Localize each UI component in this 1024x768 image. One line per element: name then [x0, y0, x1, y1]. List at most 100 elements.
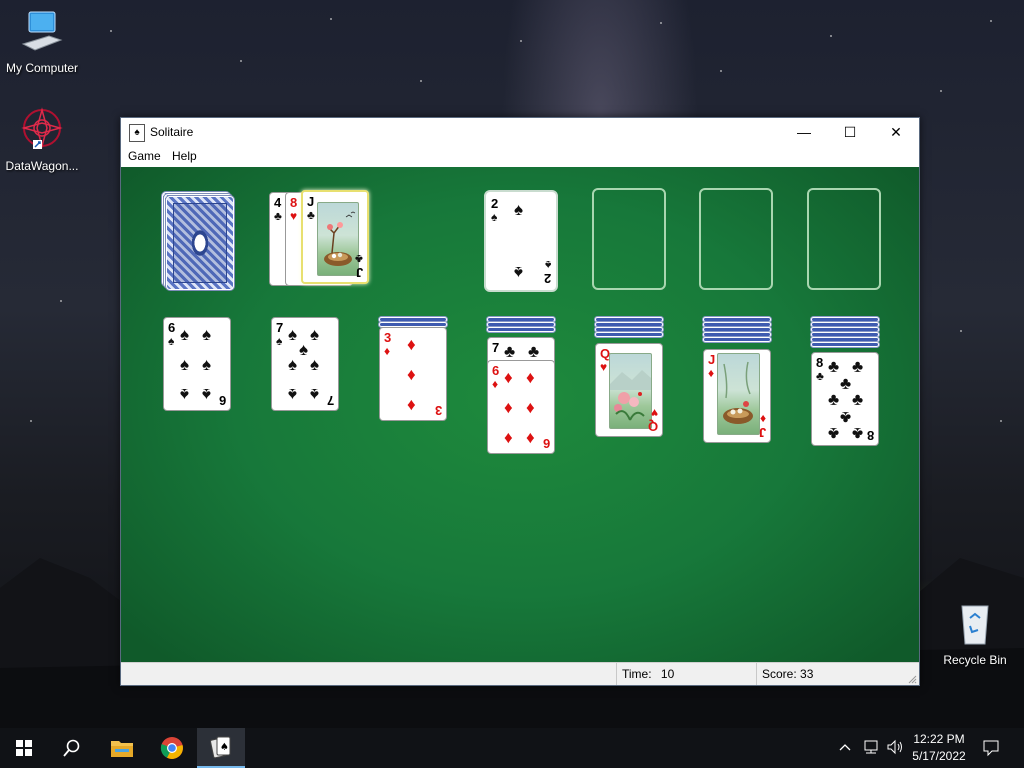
card-pip: ♠: [310, 355, 320, 374]
card-pip: ♣: [828, 390, 840, 409]
volume-icon[interactable]: [886, 739, 904, 760]
card-pip: ♠: [288, 385, 298, 404]
menu-help[interactable]: Help: [172, 149, 197, 163]
card-rank-bottom: 2: [543, 271, 551, 286]
card-pip: ♣: [504, 342, 516, 361]
card-pip: ♠: [288, 355, 298, 374]
card-suit-bottom: ♥: [650, 406, 658, 420]
card-pip: ♦: [504, 428, 513, 447]
card-pip: ♣: [852, 390, 864, 409]
card-rank-bottom: J: [355, 265, 363, 280]
card-suit: ♥: [600, 360, 608, 374]
card-pip: ♠: [180, 325, 190, 344]
card-suit: ♣: [307, 208, 315, 222]
card-rank-bottom: 6: [542, 436, 550, 451]
taskbar-file-explorer[interactable]: [98, 728, 146, 768]
score-display: Score: 33: [756, 663, 906, 685]
foundation-3[interactable]: [699, 188, 773, 290]
search-icon: [63, 739, 80, 757]
desktop-icon-label: My Computer: [5, 61, 79, 75]
tableau-6-top-card[interactable]: J ♦ J ♦: [703, 349, 771, 443]
card-pip: ♣: [840, 408, 852, 427]
taskbar: ♠ 12:22 PM 5/17/2022: [0, 728, 1024, 768]
taskbar-solitaire[interactable]: ♠: [197, 728, 245, 768]
score-value: 33: [800, 667, 814, 681]
tableau-2-top-card[interactable]: 7 ♠ ♠ ♠ ♠ ♠ ♠ ♠ ♠ 7: [271, 317, 339, 411]
card-pip: ♠: [180, 355, 190, 374]
card-pip: ♠: [202, 355, 212, 374]
card-rank: 8: [816, 355, 824, 370]
card-pip: ♠: [299, 340, 309, 359]
foundation-1[interactable]: 2 ♠ ♠ ♠ 2 ♠: [484, 190, 558, 292]
card-suit: ♦: [708, 366, 715, 380]
title-bar[interactable]: ♠ Solitaire — ☐ ✕: [121, 118, 919, 146]
card-rank: 4: [274, 195, 282, 210]
card-pip: ♠: [310, 325, 320, 344]
card-pip: ♣: [828, 357, 840, 376]
resize-grip-icon[interactable]: [907, 673, 917, 684]
menu-bar: Game Help: [121, 146, 919, 167]
card-suit: ♠: [491, 210, 498, 224]
tableau-7-top-card[interactable]: 8 ♣ ♣ ♣ ♣ ♣ ♣ ♣ ♣ ♣ 8: [811, 352, 879, 446]
minimize-button[interactable]: —: [781, 118, 827, 146]
card-pip: ♦: [504, 398, 513, 417]
chevron-up-icon[interactable]: [838, 740, 852, 759]
card-rank-bottom: J: [758, 425, 766, 440]
jack-face-art: [717, 353, 760, 435]
search-button[interactable]: [48, 728, 96, 768]
solitaire-cards-icon: ♠: [210, 736, 231, 759]
card-rank: 6: [492, 363, 500, 378]
desktop-icon-recycle-bin[interactable]: Recycle Bin: [933, 600, 1017, 667]
solitaire-app-icon: ♠: [129, 124, 145, 142]
menu-game[interactable]: Game: [128, 149, 161, 163]
datawagon-logo-icon: [0, 106, 84, 155]
card-suit-bottom: ♣: [355, 252, 363, 266]
desktop-icon-my-computer[interactable]: My Computer: [0, 8, 84, 75]
card-pip: ♠: [288, 325, 298, 344]
status-bar: Time: 10 Score: 33: [121, 662, 919, 685]
clock-time[interactable]: 12:22 PM: [906, 732, 972, 746]
card-pip: ♣: [840, 374, 852, 393]
jack-face-art: [317, 202, 359, 276]
game-table: 4 ♣ 8 ♥ J ♣ J ♣ 2 ♠ ♠ ♠ 2 ♠ 6 ♠ ♠ ♠ ♠ ♠ …: [121, 167, 919, 663]
card-rank-bottom: Q: [647, 419, 658, 434]
card-pip: ♣: [828, 424, 840, 443]
card-pip: ♦: [526, 428, 535, 447]
card-pip: ♠: [514, 200, 524, 219]
foundation-2[interactable]: [592, 188, 666, 290]
maximize-button[interactable]: ☐: [827, 118, 873, 146]
time-label: Time:: [622, 667, 652, 681]
recycle-bin-icon: [933, 600, 1017, 649]
foundation-4[interactable]: [807, 188, 881, 290]
tableau-5-top-card[interactable]: Q ♥ Q ♥: [595, 343, 663, 437]
card-suit: ♠: [276, 334, 283, 348]
start-button[interactable]: [0, 728, 48, 768]
waste-top-card[interactable]: J ♣ J ♣: [301, 190, 369, 284]
notifications-icon[interactable]: [982, 739, 1000, 762]
card-pip: ♠: [202, 385, 212, 404]
clock-date[interactable]: 5/17/2022: [906, 749, 972, 763]
card-rank-bottom: 3: [434, 403, 442, 418]
card-pip: ♣: [528, 342, 540, 361]
card-suit: ♦: [384, 344, 391, 358]
tableau-3-top-card[interactable]: 3 ♦ ♦ ♦ ♦ 3: [379, 327, 447, 421]
card-pip: ♠: [180, 385, 190, 404]
face-down-card: [595, 332, 663, 337]
tableau-4-top-card[interactable]: 6 ♦ ♦ ♦ ♦ ♦ ♦ ♦ 6: [487, 360, 555, 454]
card-rank-bottom: 7: [326, 393, 334, 408]
taskbar-chrome[interactable]: [148, 728, 196, 768]
time-value: 10: [660, 667, 675, 681]
solitaire-window: ♠ Solitaire — ☐ ✕ Game Help 4 ♣ 8 ♥ J ♣ …: [120, 117, 920, 686]
network-icon[interactable]: [862, 739, 880, 760]
tableau-1-top-card[interactable]: 6 ♠ ♠ ♠ ♠ ♠ ♠ ♠ 6: [163, 317, 231, 411]
close-button[interactable]: ✕: [873, 118, 919, 146]
computer-icon: [0, 8, 84, 57]
desktop-icon-datawagon[interactable]: DataWagon...: [0, 106, 84, 173]
card-rank: 3: [384, 330, 392, 345]
card-back: [166, 196, 234, 290]
card-rank: J: [708, 352, 716, 367]
windows-logo-icon: [16, 740, 32, 756]
card-pip: ♦: [526, 398, 535, 417]
card-suit-bottom: ♠: [544, 258, 551, 272]
face-down-card: [487, 327, 555, 332]
